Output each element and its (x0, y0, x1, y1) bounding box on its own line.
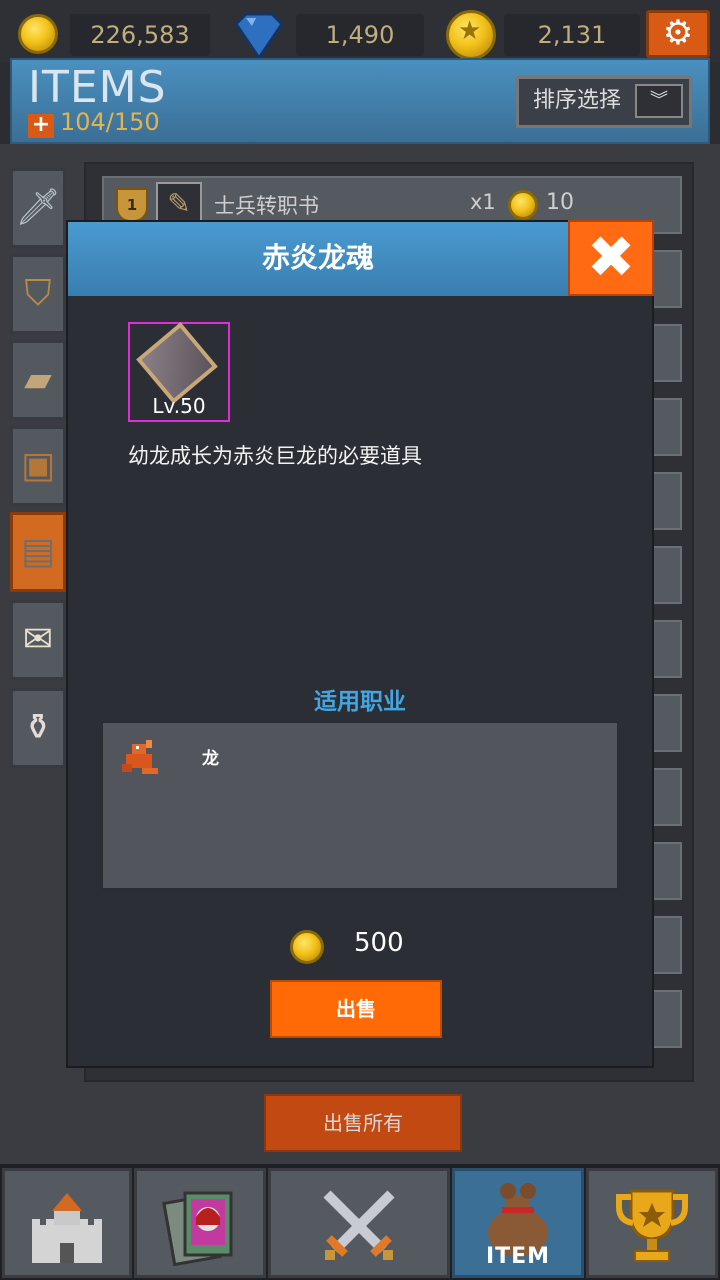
gem-icon (234, 12, 284, 60)
item-description: 幼龙成长为赤炎巨龙的必要道具 (128, 444, 422, 468)
trophy-icon (616, 1189, 688, 1262)
shield-icon: ⛉ (24, 273, 52, 314)
item-level: Lv.50 (152, 394, 206, 418)
sell-button[interactable]: 出售 (270, 980, 442, 1038)
item-name: 士兵转职书 (214, 194, 319, 218)
list-item[interactable] (652, 250, 682, 308)
nav-castle[interactable] (2, 1168, 132, 1278)
nav-achievements[interactable] (586, 1168, 718, 1278)
tab-scrolls[interactable]: ✉ (10, 600, 66, 680)
page-title: ITEMS (28, 62, 167, 113)
list-item[interactable] (652, 472, 682, 530)
tab-weapons[interactable]: 🗡 (10, 168, 66, 248)
list-item[interactable] (652, 620, 682, 678)
item-icon-frame: Lv.50 (128, 322, 230, 422)
settings-button[interactable]: ⚙ (646, 10, 710, 58)
gem-amount: 1,490 (296, 14, 424, 56)
capacity-count: 104/150 (60, 108, 160, 136)
castle-icon (32, 1193, 102, 1263)
item-price: 10 (546, 190, 574, 215)
sort-toggle-icon: ︾ (635, 84, 683, 118)
sell-all-button[interactable]: 出售所有 (264, 1094, 462, 1152)
list-item[interactable] (652, 768, 682, 826)
star-icon: ★ (458, 16, 482, 46)
tab-books[interactable]: ▤ (10, 512, 66, 592)
nav-battle[interactable] (268, 1168, 450, 1278)
log-icon: ▰ (24, 359, 52, 400)
sell-price: 500 (354, 928, 404, 958)
item-qty: x1 (470, 190, 496, 214)
capacity-plus-icon: + (28, 114, 54, 138)
gear-icon: ⚙ (662, 13, 694, 53)
medal-amount: 2,131 (504, 14, 640, 56)
gold-amount: 226,583 (70, 14, 210, 56)
dragon-icon (122, 740, 158, 774)
nav-cards[interactable] (134, 1168, 266, 1278)
list-item[interactable] (652, 324, 682, 382)
tab-materials[interactable]: ▰ (10, 340, 66, 420)
chest-icon: ▣ (20, 445, 55, 486)
tab-chests[interactable]: ▣ (10, 426, 66, 506)
list-item[interactable] (652, 842, 682, 900)
jobs-heading: 适用职业 (314, 689, 406, 715)
coin-icon (508, 190, 538, 220)
nav-items-label: ITEM (485, 1244, 551, 1269)
book-icon (136, 322, 218, 404)
dialog-title: 赤炎龙魂 (68, 222, 568, 296)
close-icon: ✖ (586, 223, 636, 291)
level-badge: 1 (116, 188, 148, 222)
gold-coin-icon (18, 14, 58, 54)
sort-button[interactable]: 排序选择 ︾ (516, 76, 692, 128)
list-item[interactable] (652, 990, 682, 1048)
jobs-list (101, 721, 619, 890)
list-item[interactable] (652, 546, 682, 604)
sort-label: 排序选择 (533, 88, 622, 113)
job-name: 龙 (202, 749, 219, 769)
book-icon: ▤ (20, 531, 55, 572)
nav-items[interactable]: ITEM (452, 1168, 584, 1278)
crossed-swords-icon (323, 1190, 395, 1260)
list-item[interactable] (652, 916, 682, 974)
close-button[interactable]: ✖ (568, 220, 654, 296)
sword-icon: 🗡 (15, 187, 61, 228)
tab-armor[interactable]: ⛉ (10, 254, 66, 334)
scroll-icon: ✉ (22, 619, 54, 660)
list-item[interactable] (652, 398, 682, 456)
cards-icon (162, 1191, 233, 1267)
coin-icon (290, 930, 324, 964)
